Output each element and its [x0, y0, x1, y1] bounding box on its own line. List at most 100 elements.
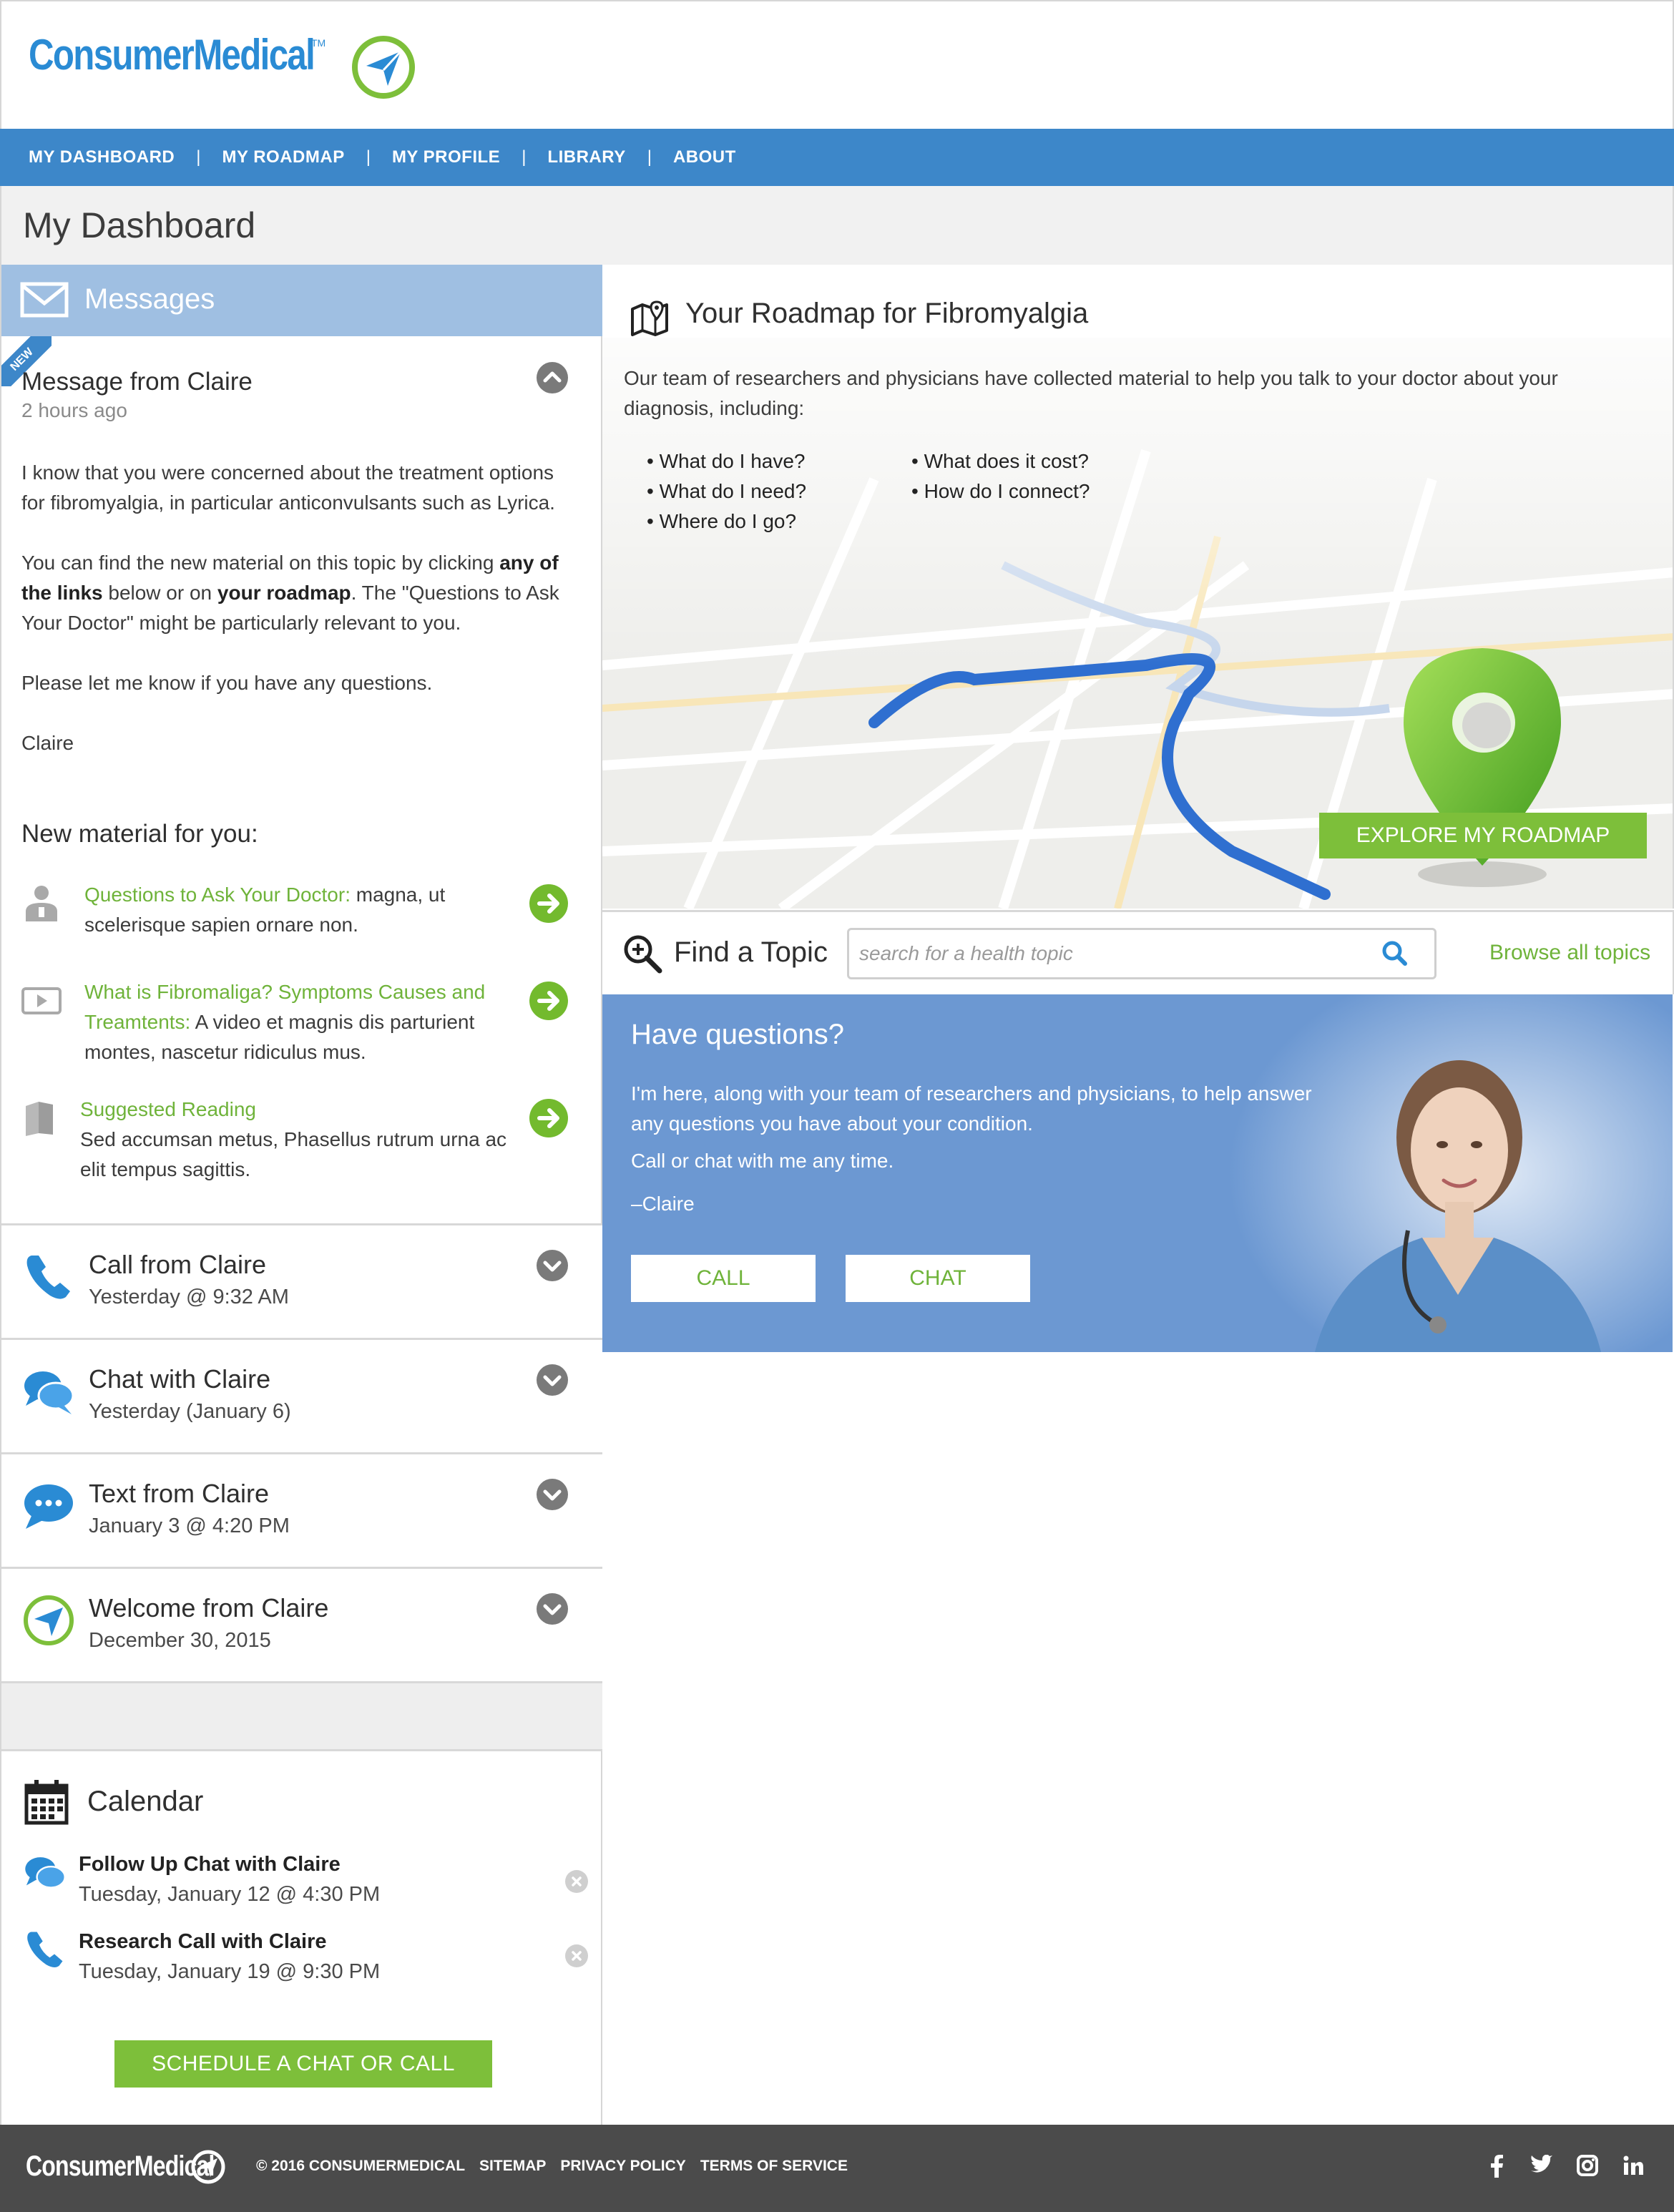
- message-paragraph: Please let me know if you have any quest…: [21, 672, 433, 694]
- chevron-down-icon: [543, 1261, 562, 1272]
- expand-button[interactable]: [537, 1364, 568, 1396]
- facebook-icon[interactable]: [1488, 2155, 1505, 2178]
- footer-copyright: © 2016 CONSUMERMEDICAL: [256, 2158, 466, 2174]
- history-time: December 30, 2015: [89, 1629, 271, 1652]
- expand-button[interactable]: [537, 1593, 568, 1625]
- nav-separator: |: [196, 147, 201, 167]
- chat-button[interactable]: CHAT: [846, 1255, 1030, 1302]
- history-title: Text from Claire: [89, 1479, 270, 1508]
- nav-about[interactable]: ABOUT: [673, 147, 736, 167]
- material-link[interactable]: Questions to Ask Your Doctor:: [84, 884, 351, 906]
- text-bubble-icon: [24, 1484, 73, 1529]
- map-background: [602, 265, 1673, 909]
- find-topic-label: Find a Topic: [674, 936, 828, 968]
- material-text: What is Fibromaliga? Symptoms Causes and…: [84, 977, 514, 1067]
- chevron-down-icon: [543, 1604, 562, 1615]
- main-nav: MY DASHBOARD | MY ROADMAP | MY PROFILE |…: [0, 129, 1674, 186]
- message-text: You can find the new material on this to…: [21, 552, 500, 574]
- expand-button[interactable]: [537, 1479, 568, 1510]
- consumermedical-logo[interactable]: ConsumerMedical TM: [29, 30, 415, 99]
- roadmap-panel: Your Roadmap for Fibromyalgia Our team o…: [602, 265, 1674, 909]
- explore-roadmap-button[interactable]: EXPLORE MY ROADMAP: [1319, 813, 1647, 858]
- chat-bubbles-icon: [25, 1857, 66, 1889]
- twitter-icon[interactable]: [1529, 2155, 1552, 2175]
- doctor-icon: [26, 886, 57, 921]
- questions-paragraph: I'm here, along with your team of resear…: [631, 1082, 1312, 1135]
- video-icon: [21, 987, 62, 1014]
- compass-logo-icon: [352, 36, 415, 99]
- message-history-item[interactable]: Text from Claire January 3 @ 4:20 PM: [1, 1452, 602, 1567]
- arrow-right-icon: [537, 894, 559, 914]
- calendar-event-title[interactable]: Research Call with Claire: [79, 1930, 327, 1954]
- nav-my-profile[interactable]: MY PROFILE: [392, 147, 500, 167]
- remove-event-button[interactable]: [565, 1944, 588, 1967]
- open-material-button[interactable]: [529, 884, 568, 923]
- call-button[interactable]: CALL: [631, 1255, 816, 1302]
- message-text: below or on: [102, 582, 217, 604]
- message-paragraph: You can find the new material on this to…: [21, 548, 579, 638]
- chevron-down-icon: [543, 1489, 562, 1501]
- collapse-message-button[interactable]: [537, 362, 568, 393]
- questions-body: I'm here, along with your team of resear…: [631, 1079, 1346, 1226]
- roadmap-description: Our team of researchers and physicians h…: [624, 367, 1558, 419]
- linkedin-icon[interactable]: [1622, 2155, 1644, 2176]
- browse-all-topics-link[interactable]: Browse all topics: [1489, 941, 1650, 965]
- nav-separator: |: [522, 147, 527, 167]
- arrow-right-icon: [537, 991, 559, 1011]
- nav-my-dashboard[interactable]: MY DASHBOARD: [29, 147, 175, 167]
- topic-search-input[interactable]: [847, 928, 1436, 979]
- history-title: Call from Claire: [89, 1250, 267, 1279]
- search-icon[interactable]: [1381, 939, 1408, 966]
- books-icon: [26, 1102, 53, 1136]
- arrow-right-icon: [537, 1108, 559, 1128]
- nav-separator: |: [366, 147, 371, 167]
- chevron-up-icon: [543, 371, 562, 383]
- nav-my-roadmap[interactable]: MY ROADMAP: [222, 147, 344, 167]
- roadmap-header: Your Roadmap for Fibromyalgia: [602, 265, 1673, 338]
- questions-paragraph: Call or chat with me any time.: [631, 1150, 894, 1172]
- footer-compass-icon: [191, 2150, 225, 2184]
- logo-wordmark: ConsumerMedical: [29, 31, 315, 79]
- open-material-button[interactable]: [529, 982, 568, 1020]
- message-history-item[interactable]: Chat with Claire Yesterday (January 6): [1, 1338, 602, 1452]
- messages-header: Messages: [1, 265, 602, 336]
- expand-button[interactable]: [537, 1250, 568, 1281]
- roadmap-question: • What do I have?: [647, 450, 806, 472]
- roadmap-title: Your Roadmap for Fibromyalgia: [685, 298, 1089, 329]
- page-title: My Dashboard: [23, 205, 256, 245]
- message-title: Message from Claire: [21, 368, 253, 396]
- history-time: January 3 @ 4:20 PM: [89, 1514, 290, 1537]
- zoom-in-icon: [624, 935, 662, 974]
- nav-library[interactable]: LIBRARY: [547, 147, 625, 167]
- message-signature: Claire: [21, 732, 74, 754]
- history-title: Chat with Claire: [89, 1364, 271, 1394]
- have-questions-panel: Have questions? I'm here, along with you…: [602, 994, 1673, 1352]
- message-history-item[interactable]: Welcome from Claire December 30, 2015: [1, 1567, 602, 1681]
- roadmap-question: • Where do I go?: [647, 510, 797, 532]
- roadmap-link[interactable]: your roadmap: [217, 582, 351, 604]
- message-history-item[interactable]: Call from Claire Yesterday @ 9:32 AM: [1, 1223, 602, 1338]
- message-body: I know that you were concerned about the…: [21, 458, 579, 788]
- message-time: 2 hours ago: [21, 399, 127, 421]
- calendar-event-title[interactable]: Follow Up Chat with Claire: [79, 1853, 341, 1876]
- open-material-button[interactable]: [529, 1099, 568, 1137]
- footer-privacy-link[interactable]: PRIVACY POLICY: [560, 2158, 685, 2175]
- close-icon: [572, 1951, 582, 1961]
- footer-logo[interactable]: ConsumerMedical: [26, 2150, 215, 2183]
- phone-icon: [26, 1256, 70, 1299]
- material-link[interactable]: Suggested Reading: [80, 1098, 256, 1120]
- footer-terms-link[interactable]: TERMS OF SERVICE: [700, 2158, 848, 2175]
- instagram-icon[interactable]: [1577, 2155, 1598, 2176]
- footer-sitemap-link[interactable]: SITEMAP: [479, 2158, 546, 2175]
- find-topic-bar: Find a Topic Browse all topics: [602, 910, 1674, 994]
- remove-event-button[interactable]: [565, 1870, 588, 1893]
- schedule-chat-or-call-button[interactable]: SCHEDULE A CHAT OR CALL: [114, 2040, 492, 2088]
- roadmap-question: • What does it cost?: [911, 450, 1089, 472]
- logo-trademark: TM: [311, 37, 326, 49]
- chat-bubbles-icon: [24, 1371, 74, 1414]
- calendar-title: Calendar: [87, 1786, 204, 1817]
- questions-signature: –Claire: [631, 1193, 695, 1215]
- messages-title: Messages: [84, 283, 215, 315]
- section-divider: [1, 1681, 602, 1751]
- site-footer: ConsumerMedical © 2016 CONSUMERMEDICAL S…: [0, 2125, 1674, 2212]
